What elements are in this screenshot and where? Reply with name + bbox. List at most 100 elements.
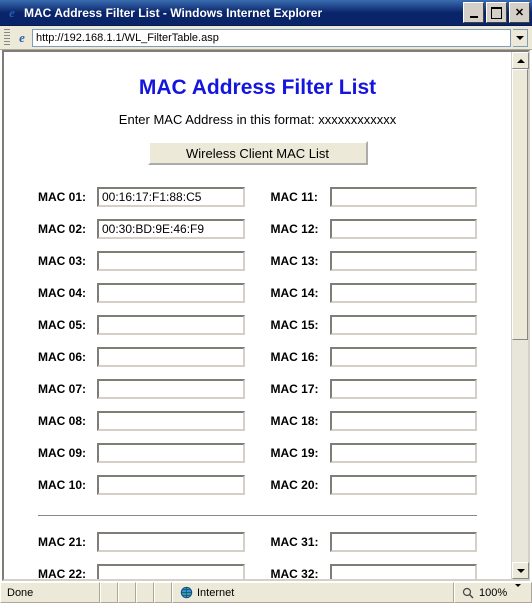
mac-label: MAC 03: [38,254,97,268]
page-ie-icon: e [14,30,30,46]
mac-row: MAC 06: [38,347,245,367]
mac-input[interactable] [97,532,245,552]
mac-label: MAC 18: [271,414,330,428]
mac-label: MAC 32: [271,567,330,579]
mac-label: MAC 07: [38,382,97,396]
mac-row: MAC 19: [271,443,478,463]
address-dropdown-button[interactable] [513,29,528,47]
vertical-scrollbar[interactable] [511,52,528,579]
page-title: MAC Address Filter List [38,76,477,100]
mac-row: MAC 17: [271,379,478,399]
mac-label: MAC 16: [271,350,330,364]
divider [38,515,477,516]
mac-row: MAC 11: [271,187,478,207]
mac-row: MAC 04: [38,283,245,303]
mac-input[interactable] [330,347,478,367]
mac-input[interactable] [330,564,478,579]
mac-row: MAC 31: [271,532,478,552]
mac-input[interactable] [330,379,478,399]
security-zone-text: Internet [197,587,234,599]
mac-input[interactable] [97,379,245,399]
mac-label: MAC 11: [271,190,330,204]
mac-label: MAC 09: [38,446,97,460]
security-zone-pane[interactable]: Internet [172,582,454,603]
mac-row: MAC 02: [38,219,245,239]
minimize-button[interactable] [463,2,484,23]
mac-label: MAC 14: [271,286,330,300]
status-bar: Done Internet 100% [0,581,532,603]
mac-input[interactable] [97,347,245,367]
mac-label: MAC 17: [271,382,330,396]
mac-label: MAC 15: [271,318,330,332]
mac-row: MAC 13: [271,251,478,271]
mac-label: MAC 12: [271,222,330,236]
mac-input[interactable] [97,251,245,271]
zoom-icon [461,586,475,600]
mac-label: MAC 10: [38,478,97,492]
mac-label: MAC 01: [38,190,97,204]
mac-row: MAC 15: [271,315,478,335]
address-input[interactable] [32,29,511,47]
mac-input[interactable] [330,219,478,239]
mac-row: MAC 14: [271,283,478,303]
mac-input[interactable] [330,251,478,271]
close-button[interactable] [509,2,530,23]
status-left: Done [0,582,100,603]
mac-row: MAC 18: [271,411,478,431]
internet-zone-icon [179,586,193,600]
mac-input[interactable] [330,411,478,431]
mac-input[interactable] [97,564,245,579]
mac-label: MAC 31: [271,535,330,549]
mac-label: MAC 20: [271,478,330,492]
ie-icon: e [4,5,20,21]
zoom-dropdown-icon[interactable] [511,587,521,599]
mac-input[interactable] [97,443,245,463]
mac-row: MAC 05: [38,315,245,335]
mac-input[interactable] [330,283,478,303]
mac-row: MAC 16: [271,347,478,367]
scroll-up-button[interactable] [512,52,529,69]
mac-input[interactable] [330,187,478,207]
mac-label: MAC 06: [38,350,97,364]
mac-label: MAC 05: [38,318,97,332]
mac-input[interactable] [97,283,245,303]
scroll-down-button[interactable] [512,562,529,579]
mac-row: MAC 09: [38,443,245,463]
mac-row: MAC 32: [271,564,478,579]
mac-row: MAC 10: [38,475,245,495]
mac-input[interactable] [97,187,245,207]
mac-row: MAC 08: [38,411,245,431]
mac-label: MAC 04: [38,286,97,300]
status-pane-2 [100,582,118,603]
browser-viewport: MAC Address Filter List Enter MAC Addres… [2,50,530,581]
mac-label: MAC 22: [38,567,97,579]
mac-label: MAC 19: [271,446,330,460]
mac-row: MAC 03: [38,251,245,271]
mac-input[interactable] [330,315,478,335]
mac-input[interactable] [330,443,478,463]
maximize-button[interactable] [486,2,507,23]
window-title: MAC Address Filter List - Windows Intern… [24,6,463,20]
mac-row: MAC 07: [38,379,245,399]
mac-input[interactable] [97,475,245,495]
zoom-pane[interactable]: 100% [454,582,532,603]
zoom-text: 100% [479,587,507,599]
mac-input[interactable] [330,475,478,495]
window-titlebar: e MAC Address Filter List - Windows Inte… [0,0,532,26]
status-text: Done [7,587,33,599]
mac-row: MAC 22: [38,564,245,579]
wireless-client-button[interactable]: Wireless Client MAC List [148,141,368,165]
mac-row: MAC 20: [271,475,478,495]
status-pane-4 [136,582,154,603]
toolbar-grip [4,29,10,47]
scroll-track[interactable] [512,69,528,562]
mac-input[interactable] [97,219,245,239]
mac-input[interactable] [97,411,245,431]
mac-input[interactable] [330,532,478,552]
mac-label: MAC 21: [38,535,97,549]
status-pane-5 [154,582,172,603]
mac-row: MAC 12: [271,219,478,239]
mac-input[interactable] [97,315,245,335]
mac-row: MAC 01: [38,187,245,207]
scroll-thumb[interactable] [512,69,528,340]
